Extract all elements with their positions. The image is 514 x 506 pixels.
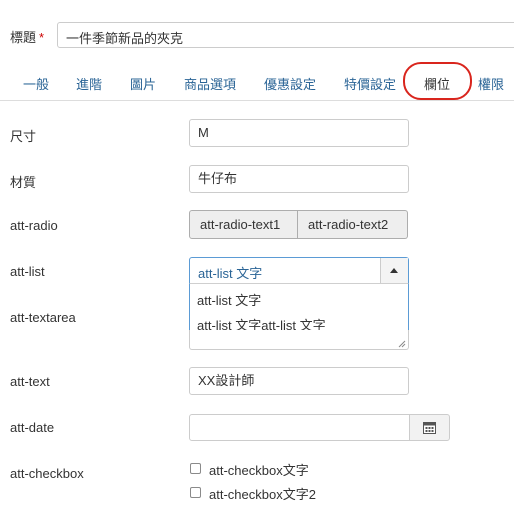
att-checkbox-label: att-checkbox	[10, 466, 84, 481]
required-mark: *	[39, 30, 45, 45]
att-radio-label: att-radio	[10, 218, 58, 233]
tab-advanced[interactable]: 進階	[76, 74, 102, 93]
att-text-input[interactable]: XX設計師	[189, 367, 409, 395]
active-tab-highlight	[403, 62, 472, 100]
size-input[interactable]: M	[189, 119, 409, 147]
checkbox-2[interactable]	[190, 487, 201, 498]
att-list-select[interactable]: att-list 文字	[189, 257, 409, 283]
checkbox-1[interactable]	[190, 463, 201, 474]
dropdown-option-1[interactable]: att-list 文字	[197, 290, 261, 309]
chevron-up-icon	[390, 268, 398, 273]
tab-discount-settings[interactable]: 優惠設定	[264, 74, 316, 93]
att-radio-group: att-radio-text1 att-radio-text2	[189, 210, 408, 239]
att-date-label: att-date	[10, 420, 55, 435]
material-label: 材質	[10, 175, 37, 190]
title-label-text: 標題	[10, 30, 37, 45]
resize-handle-icon[interactable]	[398, 340, 406, 348]
calendar-icon	[423, 422, 436, 434]
calendar-button[interactable]	[409, 414, 450, 441]
checkbox-1-label: att-checkbox文字	[209, 463, 309, 478]
title-label: 標題 *	[10, 27, 44, 46]
title-input[interactable]: 一件季節新品的夾克	[57, 22, 514, 48]
radio-option-1[interactable]: att-radio-text1	[189, 210, 298, 239]
att-textarea[interactable]	[189, 330, 409, 350]
att-list-label: att-list	[10, 264, 45, 279]
material-input[interactable]: 牛仔布	[189, 165, 409, 193]
att-date-input[interactable]	[189, 414, 410, 441]
tab-images[interactable]: 圖片	[130, 74, 156, 93]
att-textarea-label: att-textarea	[10, 310, 76, 325]
att-list-dropdown: att-list 文字 att-list 文字att-list 文字	[189, 283, 409, 334]
dropdown-toggle[interactable]	[380, 258, 408, 283]
radio-option-2[interactable]: att-radio-text2	[298, 210, 408, 239]
tab-special-price[interactable]: 特價設定	[344, 74, 396, 93]
att-text-label: att-text	[10, 374, 50, 389]
checkbox-2-label: att-checkbox文字2	[209, 487, 316, 502]
tab-general[interactable]: 一般	[23, 74, 49, 93]
tab-product-options[interactable]: 商品選項	[184, 74, 236, 93]
tab-permissions[interactable]: 權限	[478, 74, 504, 93]
tab-divider	[0, 100, 514, 101]
size-label: 尺寸	[10, 129, 37, 144]
